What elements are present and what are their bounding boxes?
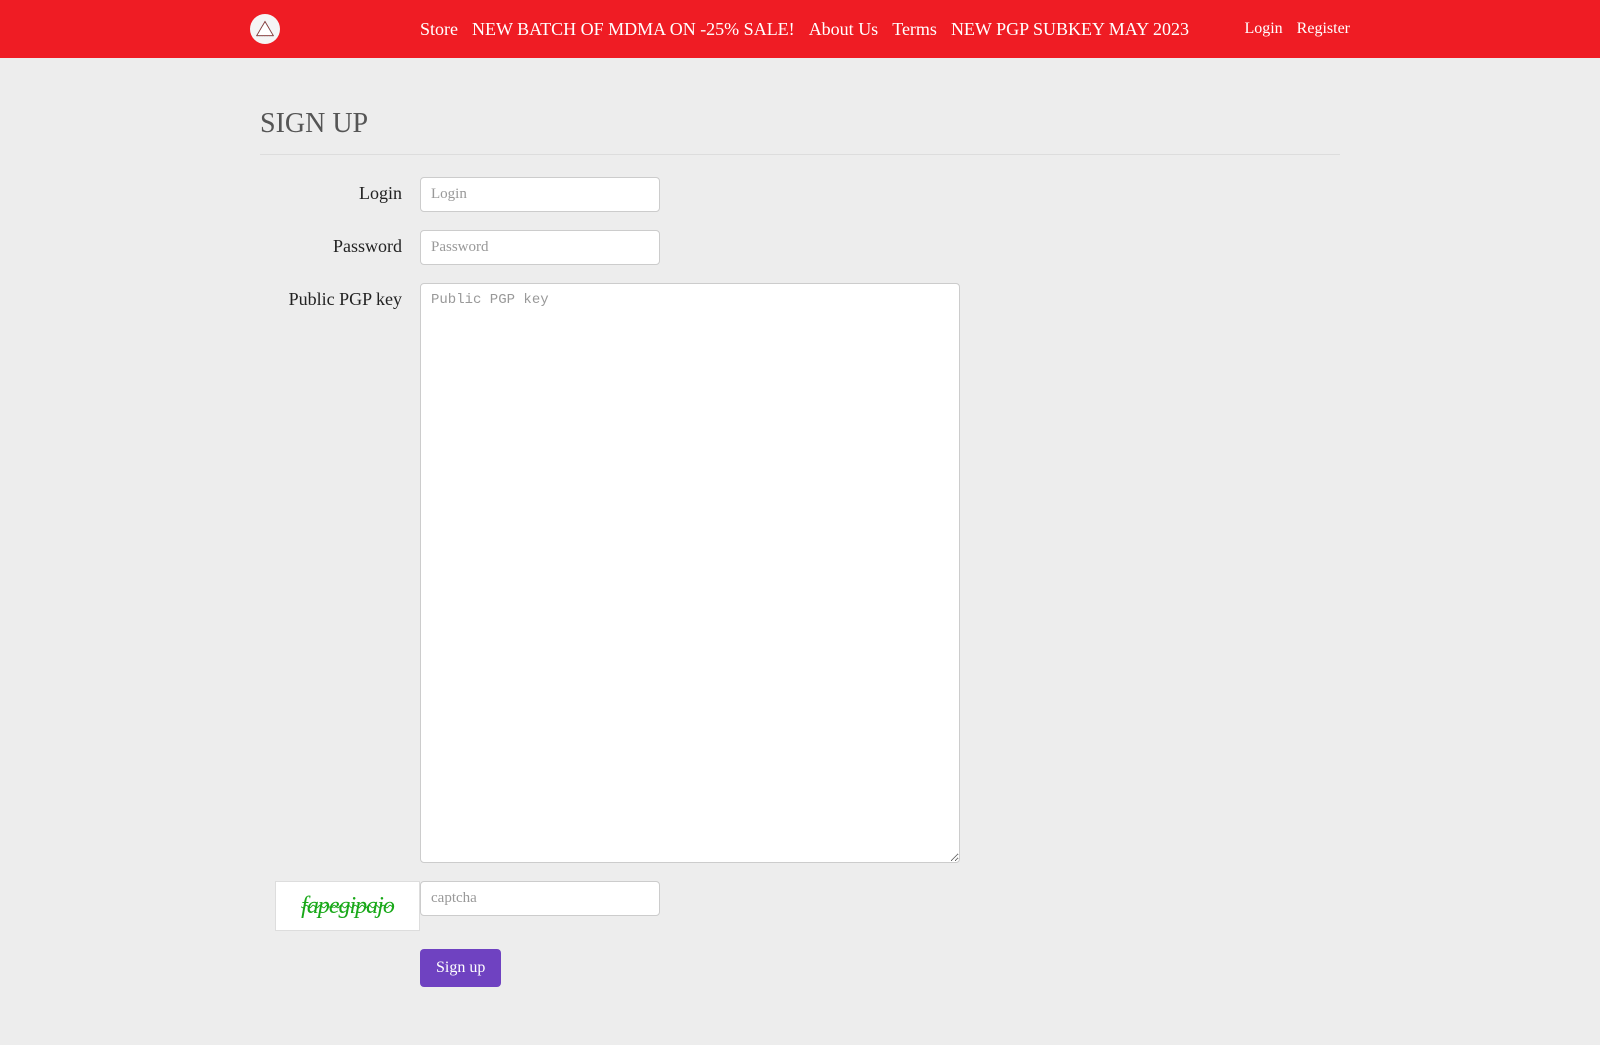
triangle-icon bbox=[255, 19, 275, 39]
nav-sale-banner[interactable]: NEW BATCH OF MDMA ON -25% SALE! bbox=[472, 19, 795, 40]
row-pgp: Public PGP key bbox=[260, 283, 1340, 863]
captcha-image: fapegipajo bbox=[275, 881, 420, 931]
logo-icon[interactable] bbox=[250, 14, 280, 44]
password-input[interactable] bbox=[420, 230, 660, 265]
main-container: SIGN UP Login Password Public PGP key fa… bbox=[250, 58, 1350, 1045]
nav-register[interactable]: Register bbox=[1297, 20, 1350, 38]
navbar-inner: Store NEW BATCH OF MDMA ON -25% SALE! Ab… bbox=[250, 14, 1350, 44]
nav-login[interactable]: Login bbox=[1244, 20, 1282, 38]
row-submit: Sign up bbox=[260, 949, 1340, 987]
nav-about[interactable]: About Us bbox=[809, 19, 879, 40]
nav-pgp-subkey[interactable]: NEW PGP SUBKEY MAY 2023 bbox=[951, 19, 1189, 40]
row-captcha: fapegipajo bbox=[260, 881, 1340, 931]
nav-terms[interactable]: Terms bbox=[892, 19, 937, 40]
nav-left: Store NEW BATCH OF MDMA ON -25% SALE! Ab… bbox=[420, 19, 1244, 40]
login-input[interactable] bbox=[420, 177, 660, 212]
nav-right: Login Register bbox=[1244, 20, 1350, 38]
row-login: Login bbox=[260, 177, 1340, 212]
page-title: SIGN UP bbox=[260, 108, 1340, 155]
signup-button[interactable]: Sign up bbox=[420, 949, 501, 987]
captcha-input[interactable] bbox=[420, 881, 660, 916]
pgp-textarea[interactable] bbox=[420, 283, 960, 863]
nav-store[interactable]: Store bbox=[420, 19, 458, 40]
row-password: Password bbox=[260, 230, 1340, 265]
login-label: Login bbox=[260, 177, 420, 204]
navbar: Store NEW BATCH OF MDMA ON -25% SALE! Ab… bbox=[0, 0, 1600, 58]
captcha-text: fapegipajo bbox=[301, 893, 394, 920]
password-label: Password bbox=[260, 230, 420, 257]
pgp-label: Public PGP key bbox=[260, 283, 420, 310]
